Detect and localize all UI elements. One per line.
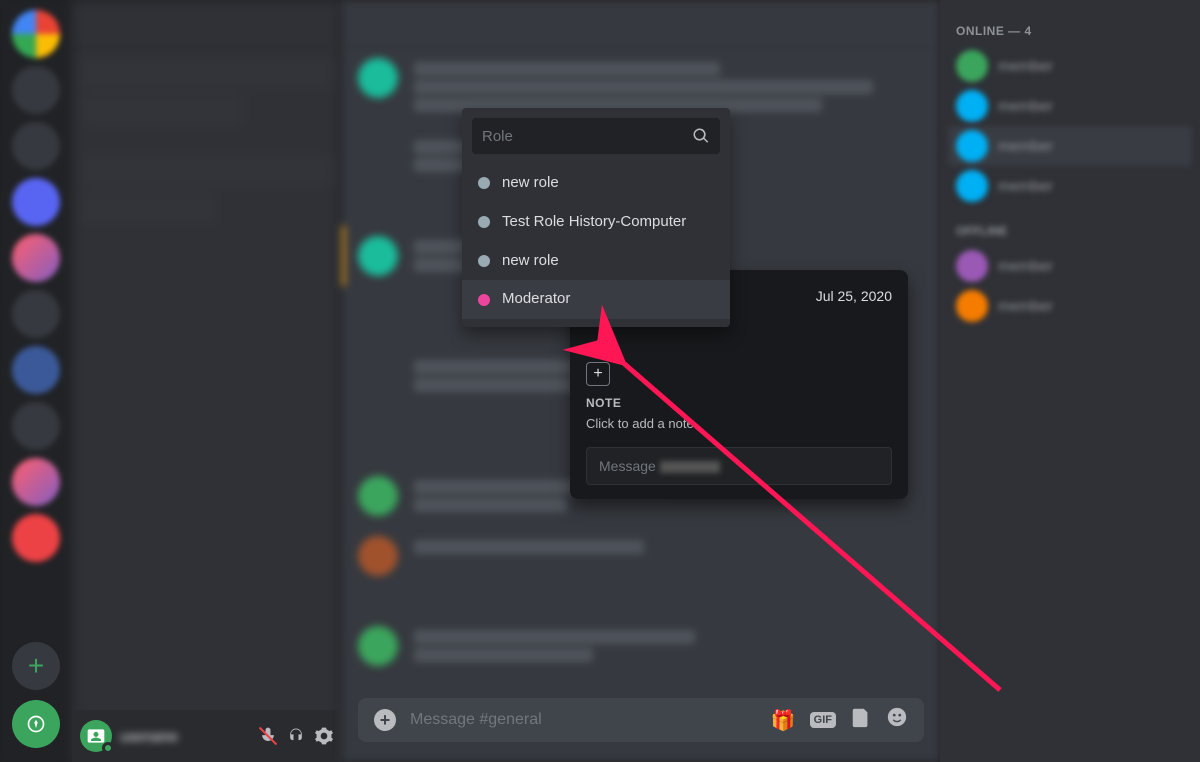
chat-input[interactable]: + Message #general 🎁 GIF [358,698,924,742]
user-avatar[interactable] [80,720,112,752]
role-search-placeholder: Role [482,128,692,145]
attach-icon[interactable]: + [374,709,396,731]
popout-message-input[interactable]: Message [586,447,892,485]
emoji-icon[interactable] [886,706,908,734]
add-server-button[interactable]: + [12,642,60,690]
server-icon[interactable] [12,514,60,562]
add-role-button[interactable]: + [586,362,610,386]
role-color-dot [478,177,490,189]
role-search-dropdown: Role new role Test Role History-Computer… [462,108,730,327]
role-option-moderator[interactable]: Moderator [462,280,730,319]
role-option[interactable]: Test Role History-Computer [462,203,730,242]
member-item[interactable]: member [948,286,1192,326]
chat-input-placeholder: Message #general [410,711,757,729]
popout-message-prefix: Message [599,458,656,474]
settings-icon[interactable] [314,726,334,746]
member-item[interactable]: member [948,166,1192,206]
server-icon[interactable] [12,10,60,58]
role-color-dot [478,216,490,228]
role-label: Test Role History-Computer [502,213,686,232]
sticker-icon[interactable] [850,706,872,734]
gift-icon[interactable]: 🎁 [771,708,796,733]
server-icon[interactable] [12,290,60,338]
user-footer: username [72,710,342,762]
server-icon[interactable] [12,66,60,114]
member-since-date: Jul 25, 2020 [816,288,892,304]
server-icon[interactable] [12,346,60,394]
server-icon[interactable] [12,178,60,226]
note-placeholder[interactable]: Click to add a note [570,416,908,447]
gif-icon[interactable]: GIF [810,712,836,728]
role-label: new role [502,174,559,193]
search-icon [692,127,710,145]
role-option[interactable]: new role [462,242,730,281]
note-heading: NOTE [570,396,908,416]
server-icon[interactable] [12,402,60,450]
role-search-input[interactable]: Role [472,118,720,154]
server-icon[interactable] [12,234,60,282]
channel-sidebar [72,0,342,762]
role-color-dot [478,294,490,306]
online-heading: ONLINE — 4 [948,16,1192,46]
member-item[interactable]: member [948,246,1192,286]
explore-button[interactable] [12,700,60,748]
server-icon[interactable] [12,122,60,170]
member-list: ONLINE — 4 member member member member O… [940,0,1200,762]
member-item[interactable]: member [948,126,1192,166]
role-label: Moderator [502,290,570,309]
member-item[interactable]: member [948,86,1192,126]
mute-icon[interactable] [258,726,278,746]
role-color-dot [478,255,490,267]
role-label: new role [502,252,559,271]
role-option[interactable]: new role [462,164,730,203]
server-icon[interactable] [12,458,60,506]
deafen-icon[interactable] [286,726,306,746]
member-item[interactable]: member [948,46,1192,86]
